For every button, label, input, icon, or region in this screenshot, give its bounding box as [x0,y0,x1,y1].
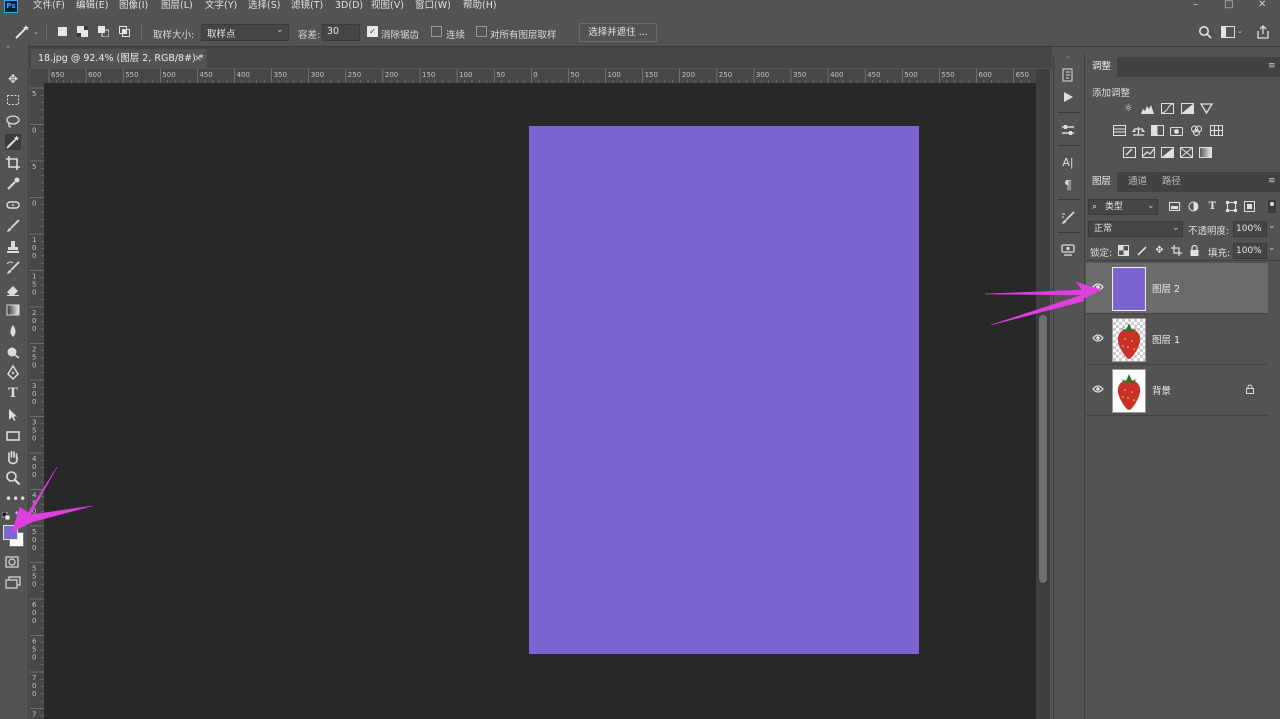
annotation-arrows [11,281,1102,533]
